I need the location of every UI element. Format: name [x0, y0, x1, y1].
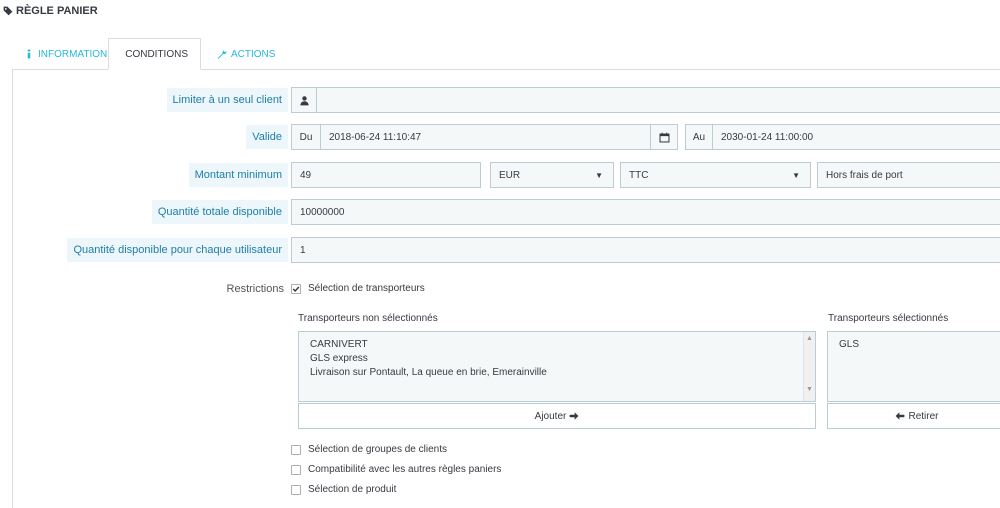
carrier-selection-row[interactable]: Sélection de transporteurs: [291, 283, 425, 294]
arrow-left-icon: [896, 412, 905, 420]
caret-down-icon: ▼: [595, 171, 603, 180]
carrier-selection-checkbox[interactable]: [291, 283, 301, 294]
valid-from-calendar[interactable]: [650, 124, 678, 150]
unselected-carriers-title: Transporteurs non sélectionnés: [298, 313, 438, 324]
compatibility-checkbox[interactable]: [291, 464, 301, 475]
group-selection-label: Sélection de groupes de clients: [308, 444, 447, 455]
shipping-select[interactable]: Hors frais de port: [817, 162, 1000, 188]
total-quantity-label: Quantité totale disponible: [151, 200, 288, 224]
scroll-up-icon[interactable]: ▲: [804, 335, 815, 342]
client-label: Limiter à un seul client: [166, 88, 288, 112]
group-selection-row[interactable]: Sélection de groupes de clients: [291, 444, 447, 455]
panel-border: [12, 69, 13, 508]
remove-carrier-button[interactable]: Retirer: [827, 403, 1000, 429]
unselected-carriers-list[interactable]: CARNIVERT GLS express Livraison sur Pont…: [298, 331, 816, 402]
tab-actions-label: ACTIONS: [231, 48, 276, 60]
arrow-right-icon: [569, 412, 579, 420]
product-selection-checkbox[interactable]: [291, 484, 301, 495]
tab-conditions[interactable]: CONDITIONS: [108, 38, 201, 70]
scroll-down-icon[interactable]: ▼: [804, 386, 815, 393]
minimum-label: Montant minimum: [188, 163, 288, 187]
currency-select[interactable]: EUR ▼: [490, 162, 614, 188]
valid-from-input[interactable]: 2018-06-24 11:10:47: [320, 124, 651, 150]
per-user-quantity-label: Quantité disponible pour chaque utilisat…: [67, 238, 288, 262]
list-item[interactable]: GLS: [839, 338, 995, 352]
tax-select-value: TTC: [629, 169, 649, 181]
info-icon: [27, 49, 31, 59]
add-carrier-button[interactable]: Ajouter: [298, 403, 816, 429]
valid-to-prefix: Au: [685, 124, 713, 150]
selected-carriers-title: Transporteurs sélectionnés: [828, 313, 949, 324]
calendar-icon: [659, 132, 669, 142]
carrier-selection-label: Sélection de transporteurs: [308, 283, 425, 294]
remove-carrier-label: Retirer: [908, 410, 939, 422]
restrictions-label: Restrictions: [226, 283, 284, 295]
tab-conditions-label: CONDITIONS: [125, 48, 188, 60]
tab-informations-label: INFORMATIONS: [38, 48, 114, 60]
group-selection-checkbox[interactable]: [291, 444, 301, 455]
page-title: RÈGLE PANIER: [3, 5, 98, 17]
compatibility-label: Compatibilité avec les autres règles pan…: [308, 464, 502, 475]
list-item[interactable]: Livraison sur Pontault, La queue en brie…: [310, 366, 804, 380]
currency-select-value: EUR: [499, 169, 521, 181]
unselected-list-scrollbar[interactable]: ▲ ▼: [803, 332, 815, 401]
valid-from-prefix: Du: [291, 124, 321, 150]
tag-icon: [3, 6, 13, 16]
per-user-quantity-input[interactable]: 1: [291, 237, 1000, 263]
client-addon: [291, 87, 317, 113]
shipping-select-value: Hors frais de port: [826, 169, 903, 181]
selected-carriers-list[interactable]: GLS: [827, 331, 1000, 402]
tab-actions[interactable]: ACTIONS: [205, 38, 287, 70]
list-item[interactable]: GLS express: [310, 352, 804, 366]
minimum-amount-input[interactable]: 49: [291, 162, 481, 188]
total-quantity-input[interactable]: 10000000: [291, 199, 1000, 225]
list-item[interactable]: CARNIVERT: [310, 338, 804, 352]
check-icon: [292, 286, 300, 292]
page-title-text: RÈGLE PANIER: [16, 5, 98, 17]
add-carrier-label: Ajouter: [534, 410, 567, 422]
wrench-icon: [217, 50, 227, 59]
valid-label: Valide: [246, 125, 288, 149]
product-selection-row[interactable]: Sélection de produit: [291, 484, 396, 495]
tax-select[interactable]: TTC ▼: [620, 162, 811, 188]
compatibility-row[interactable]: Compatibilité avec les autres règles pan…: [291, 464, 501, 475]
valid-to-input[interactable]: 2030-01-24 11:00:00: [712, 124, 1000, 150]
caret-down-icon: ▼: [792, 171, 800, 180]
product-selection-label: Sélection de produit: [308, 484, 397, 495]
client-input[interactable]: [316, 87, 1000, 113]
user-icon: [299, 95, 309, 105]
